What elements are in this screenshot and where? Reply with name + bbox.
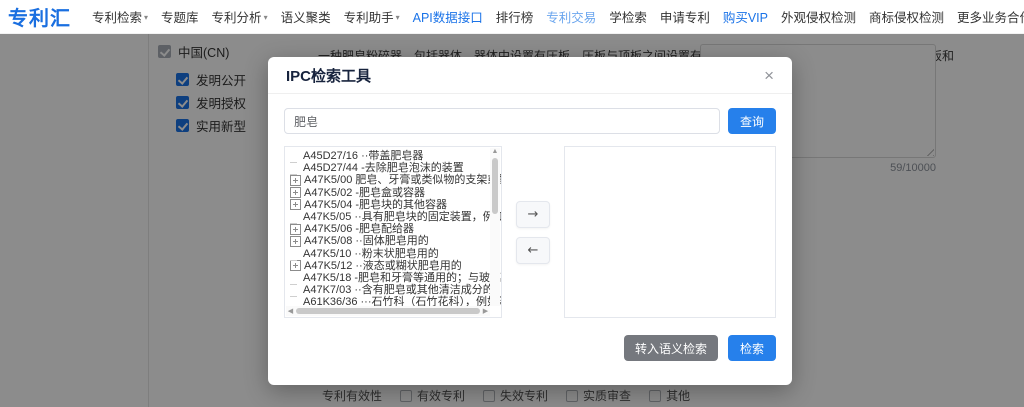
horizontal-scrollbar[interactable]: ◀ ▶ [286,306,490,316]
tree-item-label: A47K5/12 ··液态或糊状肥皂用的 [304,260,462,272]
tree-item[interactable]: A47K5/18 -肥皂和牙膏等通用的；与玻璃杯、牙刷等 [289,272,489,284]
nav-label: 专题库 [161,7,199,26]
selected-ipc-panel[interactable] [564,146,776,318]
tree-item-label: A47K5/18 -肥皂和牙膏等通用的；与玻璃杯、牙刷等 [303,272,502,284]
nav-patent-analysis[interactable]: 专利分析▾ [212,7,268,26]
tree-item-label: A47K5/02 -肥皂盒或容器 [304,187,425,199]
scrollbar-thumb[interactable] [492,158,498,214]
tree-item[interactable]: A45D27/16 ··带盖肥皂器 [289,150,489,162]
nav-apply-patent[interactable]: 申请专利 [660,7,710,26]
tree-item[interactable]: A47K5/06 -肥皂配给器 [289,223,489,235]
nav-label: 外观侵权检测 [781,7,856,26]
semantic-search-button[interactable]: 转入语义检索 [624,335,718,361]
move-left-button[interactable]: ← [516,237,550,264]
chevron-down-icon: ▾ [144,13,148,22]
dialog-footer: 转入语义检索 检索 [268,318,792,361]
nav-trademark-infringement[interactable]: 商标侵权检测 [869,7,944,26]
chevron-down-icon: ▾ [396,13,400,22]
expand-plus-icon[interactable] [290,236,301,247]
tree-item-label: A47K5/10 ··粉末状肥皂用的 [303,248,439,260]
tree-item-label: A45D27/44 -去除肥皂泡沫的装置 [303,162,464,174]
tree-item[interactable]: A47K5/10 ··粉末状肥皂用的 [289,248,489,260]
nav-label: 专利交易 [546,7,596,26]
scroll-left-icon[interactable]: ◀ [286,307,295,315]
vertical-scrollbar[interactable]: ▲ [490,148,500,306]
nav-api-interface[interactable]: API数据接口 [413,7,483,26]
nav-learn-search[interactable]: 学检索 [609,7,647,26]
tree-item[interactable]: A47K5/05 ··具有肥皂块的固定装置，例如夹子、栓、 [289,211,489,223]
scroll-right-icon[interactable]: ▶ [481,307,490,315]
nav-label: 专利助手 [344,7,394,26]
query-button[interactable]: 查询 [728,108,776,134]
transfer-controls: → ← [502,146,564,318]
expand-plus-icon[interactable] [290,260,301,271]
expand-plus-icon[interactable] [290,199,301,210]
nav-label: 申请专利 [660,7,710,26]
nav-label: 购买VIP [723,7,768,26]
nav-label: 语义聚类 [281,7,331,26]
search-button[interactable]: 检索 [728,335,776,361]
expand-plus-icon[interactable] [290,187,301,198]
nav-patent-trade[interactable]: 专利交易 [546,7,596,26]
expand-plus-icon[interactable] [290,224,301,235]
site-logo[interactable]: 专利汇 [8,2,71,31]
nav-label: 学检索 [609,7,647,26]
nav-label: 更多业务合作 [957,7,1024,26]
search-row: 查询 [268,94,792,146]
tree-item-label: A47K7/03 ··含有肥皂或其他清洁成分的，例如浸渍式 [303,284,502,296]
tree-item[interactable]: A47K5/02 -肥皂盒或容器 [289,187,489,199]
nav-label: 排行榜 [496,7,534,26]
nav-buy-vip[interactable]: 购买VIP [723,7,768,26]
nav-semantic-cluster[interactable]: 语义聚类 [281,7,331,26]
tree-item[interactable]: A47K5/08 ··固体肥皂用的 [289,235,489,247]
nav-label: API数据接口 [413,7,483,26]
tree-item-label: A47K5/00 肥皂、牙膏或类似物的支架或配给器 [304,174,502,186]
keyword-input[interactable] [284,108,720,134]
tree-item-label: A47K5/06 -肥皂配给器 [304,223,414,235]
close-icon[interactable]: × [764,67,774,84]
scroll-up-icon[interactable]: ▲ [492,148,499,156]
tree-item[interactable]: A47K5/04 -肥皂块的其他容器 [289,199,489,211]
nav-topic-library[interactable]: 专题库 [161,7,199,26]
nav-ranking[interactable]: 排行榜 [496,7,534,26]
nav-label: 专利分析 [212,7,262,26]
nav-design-infringement[interactable]: 外观侵权检测 [781,7,856,26]
dialog-header: IPC检索工具 × [268,57,792,94]
ipc-search-tool-dialog: IPC检索工具 × 查询 A45D27/16 ··带盖肥皂器 A45D27/44… [268,57,792,385]
move-right-button[interactable]: → [516,201,550,228]
tree-item-label: A47K5/05 ··具有肥皂块的固定装置，例如夹子、栓、 [303,211,502,223]
tree-item-label: A45D27/16 ··带盖肥皂器 [303,150,423,162]
tree-item[interactable]: A45D27/44 -去除肥皂泡沫的装置 [289,162,489,174]
chevron-down-icon: ▾ [264,13,268,22]
dialog-title: IPC检索工具 [286,65,371,86]
dialog-body: A45D27/16 ··带盖肥皂器 A45D27/44 -去除肥皂泡沫的装置 A… [268,146,792,318]
expand-plus-icon[interactable] [290,175,301,186]
tree-item[interactable]: A47K5/12 ··液态或糊状肥皂用的 [289,260,489,272]
nav-label: 专利检索 [92,7,142,26]
nav-label: 商标侵权检测 [869,7,944,26]
nav-patent-search[interactable]: 专利检索▾ [92,7,148,26]
scrollbar-thumb[interactable] [296,308,480,314]
ipc-tree-list[interactable]: A45D27/16 ··带盖肥皂器 A45D27/44 -去除肥皂泡沫的装置 A… [284,146,502,318]
tree-item[interactable]: A47K7/03 ··含有肥皂或其他清洁成分的，例如浸渍式 [289,284,489,296]
nav-more-business[interactable]: 更多业务合作 [957,7,1024,26]
nav-patent-assistant[interactable]: 专利助手▾ [344,7,400,26]
tree-item-label: A47K5/04 -肥皂块的其他容器 [304,199,447,211]
tree-item-label: A47K5/08 ··固体肥皂用的 [304,235,429,247]
top-navbar: 专利汇 专利检索▾ 专题库 专利分析▾ 语义聚类 专利助手▾ API数据接口 排… [0,0,1024,34]
tree-item[interactable]: A47K5/00 肥皂、牙膏或类似物的支架或配给器 [289,174,489,186]
